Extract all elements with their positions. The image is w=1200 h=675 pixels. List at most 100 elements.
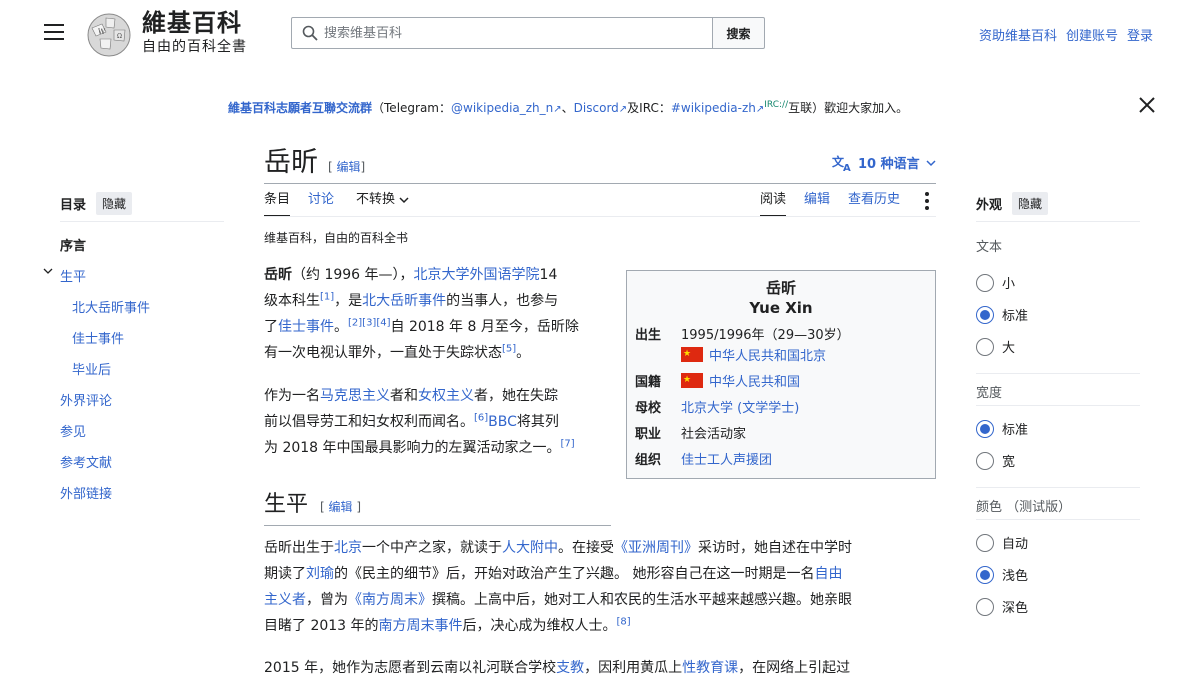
body-text: 作为一名 <box>264 388 320 404</box>
tab-edit[interactable]: 编辑 <box>804 191 830 215</box>
toc-item-external-links[interactable]: 外部链接 <box>60 483 112 502</box>
link-asiaweek[interactable]: 《亚洲周刊》 <box>614 540 698 556</box>
body-text: 级本科生 <box>264 293 320 309</box>
tab-read[interactable]: 阅读 <box>760 191 787 217</box>
link-liberalism-cont[interactable]: 主义者 <box>264 592 306 608</box>
link-liu-yu[interactable]: 刘瑜 <box>306 566 334 582</box>
site-wordmark[interactable]: 維基百科 自由的百科全書 <box>142 8 247 56</box>
search-button[interactable]: 搜索 <box>712 17 765 49</box>
toc-item-references[interactable]: 参考文献 <box>60 452 112 471</box>
link-bbc[interactable]: BBC <box>488 414 517 430</box>
radio-color-dark[interactable]: 深色 <box>976 597 1028 616</box>
body-text: 前以倡导劳工和妇女权利而闻名。 <box>264 414 474 430</box>
body-text: 有一次电视认罪外，一直处于失踪状态 <box>264 345 502 361</box>
tab-history[interactable]: 查看历史 <box>848 191 900 215</box>
banner-text: 、 <box>561 101 574 115</box>
link-feminism[interactable]: 女权主义 <box>418 388 474 404</box>
section-heading-biography: 生平 [ 编辑 ] <box>264 490 361 520</box>
main-menu-icon[interactable] <box>44 24 64 42</box>
page-tabs: 条目 讨论 不转换 阅读 编辑 查看历史 <box>264 191 936 217</box>
link-jasic-incident[interactable]: 佳士事件 <box>278 319 334 335</box>
infobox-label: 母校 <box>635 401 662 416</box>
more-actions-icon[interactable] <box>925 192 931 210</box>
infobox-row-nationality: 国籍 中华人民共和国 <box>635 370 929 393</box>
link-southern-weekly-incident[interactable]: 南方周末事件 <box>379 618 463 634</box>
ref-2-3-4[interactable]: [2][3][4] <box>348 317 391 328</box>
chevron-down-icon[interactable] <box>43 267 53 275</box>
link-beijing[interactable]: 北京 <box>334 540 362 556</box>
toc-item-after-graduation[interactable]: 毕业后 <box>72 359 111 378</box>
link-bachelor-arts[interactable]: (文学学士) <box>737 401 799 416</box>
body-text: 自 2018 年 8 月至今，岳昕除 <box>390 319 579 335</box>
section-title: 生平 <box>264 492 309 517</box>
login-link[interactable]: 登录 <box>1127 25 1153 44</box>
infobox-label: 出生 <box>635 328 662 343</box>
ref-7[interactable]: [7] <box>561 438 575 449</box>
link-prc-beijing[interactable]: 中华人民共和国北京 <box>709 349 826 364</box>
appearance-title: 外观 <box>976 197 1003 213</box>
appearance-divider <box>976 405 1140 406</box>
radio-circle <box>976 533 994 552</box>
radio-width-standard[interactable]: 标准 <box>976 419 1028 438</box>
ref-8[interactable]: [8] <box>617 616 631 627</box>
link-prc[interactable]: 中华人民共和国 <box>709 375 800 390</box>
variant-dropdown[interactable]: 不转换 <box>356 191 409 215</box>
appearance-divider <box>976 373 1140 374</box>
radio-label: 深色 <box>1002 601 1029 616</box>
link-liberalism[interactable]: 自由 <box>814 566 842 582</box>
china-flag-icon <box>681 344 703 364</box>
link-marxism[interactable]: 马克思主义 <box>320 388 390 404</box>
link-pku-foreign-languages[interactable]: 北京大学外国语学院 <box>414 267 540 283</box>
toc-item-pku-incident[interactable]: 北大岳昕事件 <box>72 297 150 316</box>
banner-telegram-link[interactable]: @wikipedia_zh_n <box>451 101 553 115</box>
toc-hide-button[interactable]: 隐藏 <box>96 191 133 215</box>
banner-group-link[interactable]: 維基百科志願者互聯交流群 <box>228 101 372 115</box>
appearance-hide-button[interactable]: 隐藏 <box>1012 191 1049 215</box>
title-edit-link[interactable]: 编辑 <box>337 160 361 174</box>
personal-tools: 资助维基百科 创建账号 登录 <box>979 25 1153 44</box>
body-text: 。 <box>334 319 348 335</box>
wikipedia-globe-icon[interactable]: W Ω <box>84 10 134 58</box>
radio-color-light[interactable]: 浅色 <box>976 565 1028 584</box>
infobox-row-born: 出生 1995/1996年（29—30岁） <box>635 326 929 346</box>
infobox-label: 职业 <box>635 427 662 442</box>
radio-label: 宽 <box>1002 455 1016 470</box>
infobox-value: 社会活动家 <box>681 427 747 442</box>
link-pku[interactable]: 北京大学 <box>681 401 733 416</box>
chevron-down-icon <box>399 197 409 204</box>
link-rdfz[interactable]: 人大附中 <box>502 540 558 556</box>
section-edit-link[interactable]: 编辑 <box>329 500 353 514</box>
create-account-link[interactable]: 创建账号 <box>1066 25 1118 44</box>
tab-talk[interactable]: 讨论 <box>308 191 334 215</box>
banner-irc-link[interactable]: #wikipedia-zh <box>671 101 756 115</box>
link-pku-yuexin-incident[interactable]: 北大岳昕事件 <box>362 293 446 309</box>
tab-article[interactable]: 条目 <box>264 191 291 217</box>
toc-item-biography[interactable]: 生平 <box>60 266 86 285</box>
link-southern-weekly[interactable]: 《南方周末》 <box>348 592 432 608</box>
radio-width-wide[interactable]: 宽 <box>976 451 1015 470</box>
link-jasic-support-group[interactable]: 佳士工人声援团 <box>681 451 772 471</box>
radio-circle <box>976 273 994 292</box>
donate-link[interactable]: 资助维基百科 <box>979 25 1057 44</box>
intro-paragraph-1: 岳昕（约 1996 年—），北京大学外国语学院14 级本科生[1]，是北大岳昕事… <box>264 262 614 366</box>
ref-5[interactable]: [5] <box>502 343 516 354</box>
radio-color-auto[interactable]: 自动 <box>976 533 1028 552</box>
banner-discord-link[interactable]: Discord <box>574 101 619 115</box>
banner-text: 及IRC： <box>627 101 671 115</box>
link-volunteer-teaching[interactable]: 支教 <box>556 660 584 675</box>
search-input[interactable] <box>324 25 694 41</box>
toc-item-intro[interactable]: 序言 <box>60 235 86 254</box>
toc-item-reception[interactable]: 外界评论 <box>60 390 112 409</box>
ref-1[interactable]: [1] <box>320 291 334 302</box>
link-sex-education[interactable]: 性教育课 <box>682 660 738 675</box>
radio-label: 浅色 <box>1002 569 1029 584</box>
toc-item-see-also[interactable]: 参见 <box>60 421 86 440</box>
svg-text:A: A <box>843 163 851 172</box>
radio-text-large[interactable]: 大 <box>976 337 1015 356</box>
toc-item-jasic-incident[interactable]: 佳士事件 <box>72 328 124 347</box>
close-icon[interactable] <box>1138 96 1156 114</box>
language-button[interactable]: 文 A 10 种语言 <box>832 153 936 172</box>
radio-text-small[interactable]: 小 <box>976 273 1015 292</box>
ref-6[interactable]: [6] <box>474 412 488 423</box>
radio-text-standard[interactable]: 标准 <box>976 305 1028 324</box>
